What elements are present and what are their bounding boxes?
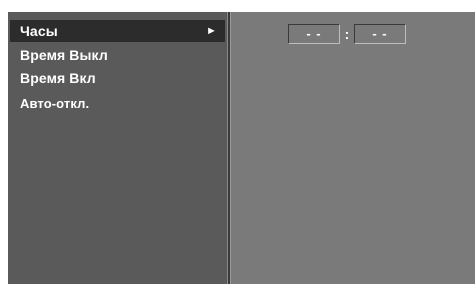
menu-item-label: Время Вкл <box>20 70 96 86</box>
menu-item-clock[interactable]: Часы ► <box>10 20 225 42</box>
menu-panel: Часы ► Время Выкл Время Вкл Авто-откл. <box>8 12 230 284</box>
arrow-right-icon: ► <box>206 25 217 37</box>
menu-item-label: Авто-откл. <box>20 96 90 111</box>
clock-hours-field[interactable]: - - <box>288 24 340 44</box>
menu-item-label: Время Выкл <box>20 47 108 63</box>
clock-minutes-field[interactable]: - - <box>354 24 406 44</box>
menu-item-label: Часы <box>20 23 58 39</box>
menu-item-off-time[interactable]: Время Выкл <box>10 44 225 66</box>
clock-separator: : <box>344 26 350 42</box>
menu-item-auto-off[interactable]: Авто-откл. <box>10 93 225 115</box>
osd-window: Часы ► Время Выкл Время Вкл Авто-откл. -… <box>8 12 475 284</box>
content-panel: - - : - - <box>230 12 475 284</box>
menu-item-on-time[interactable]: Время Вкл <box>10 67 225 89</box>
